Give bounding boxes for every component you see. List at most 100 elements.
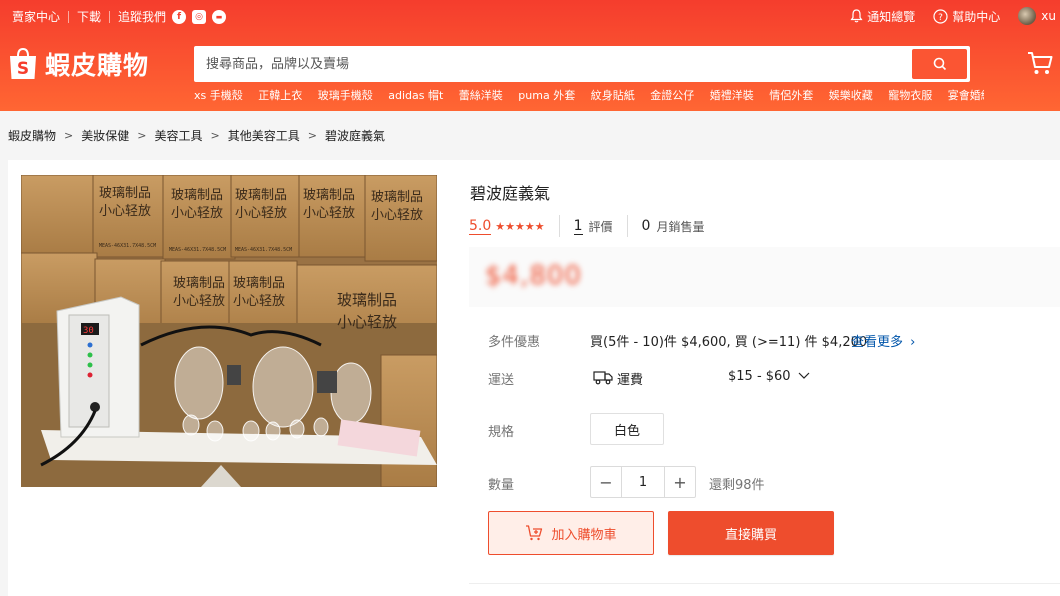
svg-text:玻璃制品: 玻璃制品 <box>171 188 223 203</box>
quantity-increase-button[interactable]: + <box>665 467 695 497</box>
product-title: 碧波庭義氣 <box>470 184 551 203</box>
hot-keyword[interactable]: 紋身貼紙 <box>591 89 635 102</box>
variant-option[interactable]: 白色 <box>590 413 664 445</box>
stock-remaining: 還剩98件 <box>709 478 765 493</box>
svg-text:玻璃制品: 玻璃制品 <box>99 186 151 201</box>
quantity-input[interactable]: 1 <box>621 467 665 497</box>
hot-keyword[interactable]: puma 外套 <box>518 89 575 102</box>
add-to-cart-icon <box>526 525 543 541</box>
hot-keyword[interactable]: adidas 帽t <box>388 89 443 102</box>
seller-center-link[interactable]: 賣家中心 <box>12 8 60 25</box>
product-price: $4,800 <box>485 261 582 291</box>
hot-keyword[interactable]: 玻璃手機殼 <box>318 89 373 102</box>
see-more-label: 查看更多 <box>851 335 904 350</box>
variant-label: 規格 <box>488 425 515 440</box>
download-link[interactable]: 下載 <box>77 8 101 25</box>
shopee-logo[interactable]: S 蝦皮購物 <box>8 46 149 82</box>
add-to-cart-button[interactable]: 加入購物車 <box>488 511 654 555</box>
svg-text:玻璃制品: 玻璃制品 <box>235 188 287 203</box>
sold-label: 月銷售量 <box>656 219 705 234</box>
hot-keyword[interactable]: 正韓上衣 <box>258 89 302 102</box>
rating-stars: ★★★★★ <box>495 219 545 233</box>
buy-now-button[interactable]: 直接購買 <box>668 511 834 555</box>
follow-us-label: 追蹤我們 <box>118 10 167 24</box>
shipping-fee-dropdown[interactable]: $15 - $60 <box>728 369 810 384</box>
chevron-right-icon: > <box>137 129 147 142</box>
user-menu[interactable]: xu <box>1018 7 1056 25</box>
quantity-label: 數量 <box>488 478 515 493</box>
hot-keyword[interactable]: 宴會婚紗 <box>948 89 984 102</box>
chevron-right-icon: > <box>64 129 74 142</box>
hot-keyword[interactable]: 情侶外套 <box>769 89 813 102</box>
hot-keyword[interactable]: xs 手機殼 <box>194 89 243 102</box>
bell-icon <box>850 9 863 23</box>
notifications-link[interactable]: 通知總覽 <box>850 8 915 25</box>
shipping-fee-label: 運費 <box>617 373 644 388</box>
breadcrumb-item[interactable]: 美容工具 <box>154 127 202 144</box>
svg-text:玻璃制品: 玻璃制品 <box>173 276 225 291</box>
chevron-down-icon <box>798 372 810 379</box>
see-more-link[interactable]: 查看更多 › <box>851 331 915 350</box>
truck-icon <box>593 371 613 385</box>
chevron-right-icon: > <box>210 129 220 142</box>
svg-text:小心轻放: 小心轻放 <box>99 204 151 219</box>
hot-keyword[interactable]: 金證公仔 <box>650 89 694 102</box>
top-bar: 賣家中心 下載 追蹤我們 f ◎ ▬ 通知總覽 ? 幫助中心 xu <box>0 0 1060 30</box>
site-header: 賣家中心 下載 追蹤我們 f ◎ ▬ 通知總覽 ? 幫助中心 xu S 蝦皮購物… <box>0 0 1060 111</box>
search-icon <box>933 57 946 71</box>
line-icon[interactable]: ▬ <box>212 9 227 24</box>
quantity-decrease-button[interactable]: − <box>591 467 621 497</box>
breadcrumb-item[interactable]: 蝦皮購物 <box>8 127 56 144</box>
hot-keyword[interactable]: 蕾絲洋裝 <box>459 89 503 102</box>
svg-text:玻璃制品: 玻璃制品 <box>303 188 355 203</box>
top-bar-right: 通知總覽 ? 幫助中心 xu <box>850 7 1060 25</box>
review-count[interactable]: 1 <box>573 218 583 235</box>
divider <box>626 215 628 237</box>
instagram-icon[interactable]: ◎ <box>192 9 207 24</box>
chevron-right-icon: › <box>910 335 916 350</box>
breadcrumb-current: 碧波庭義氣 <box>324 129 385 143</box>
hot-keyword[interactable]: 寵物衣服 <box>888 89 932 102</box>
bulk-discount-text: 買(5件 - 10)件 $4,600, 買 (>=11) 件 $4,200 <box>590 335 868 350</box>
hot-keyword[interactable]: 娛樂收藏 <box>829 89 873 102</box>
svg-text:玻璃制品: 玻璃制品 <box>337 291 397 309</box>
svg-text:?: ? <box>938 13 943 23</box>
price-section: $4,800 <box>469 247 1060 307</box>
shipping-fee-value: $15 - $60 <box>728 369 791 384</box>
hot-keywords: xs 手機殼 正韓上衣 玻璃手機殼 adidas 帽t 蕾絲洋裝 puma 外套… <box>194 87 984 103</box>
top-bar-left: 賣家中心 下載 追蹤我們 f ◎ ▬ <box>12 8 227 25</box>
product-image[interactable]: 玻璃制品 小心轻放 玻璃制品 小心轻放 玻璃制品 小心轻放 玻璃制品 小心轻放 … <box>21 175 437 487</box>
svg-text:小心轻放: 小心轻放 <box>303 206 355 221</box>
avatar <box>1018 7 1037 25</box>
notifications-label: 通知總覽 <box>867 9 916 24</box>
username: xu <box>1041 9 1056 23</box>
help-link[interactable]: ? 幫助中心 <box>933 8 1000 25</box>
cart-icon[interactable] <box>1027 50 1053 76</box>
search-button[interactable] <box>912 49 967 79</box>
svg-text:MEAS-46X31.7X48.5CM: MEAS-46X31.7X48.5CM <box>99 243 156 249</box>
rating-summary: 5.0 ★★★★★ 1 評價 0 月銷售量 <box>469 215 705 237</box>
svg-text:小心轻放: 小心轻放 <box>371 208 423 223</box>
divider <box>68 10 70 23</box>
svg-text:MEAS-46X31.7X48.5CM: MEAS-46X31.7X48.5CM <box>235 247 292 253</box>
facebook-icon[interactable]: f <box>172 9 187 24</box>
hot-keyword[interactable]: 婚禮洋裝 <box>710 89 754 102</box>
breadcrumb-item[interactable]: 其他美容工具 <box>228 127 300 144</box>
chevron-right-icon: > <box>307 129 317 142</box>
shopping-bag-icon: S <box>10 47 36 79</box>
svg-text:小心轻放: 小心轻放 <box>171 206 223 221</box>
svg-text:玻璃制品: 玻璃制品 <box>371 190 423 205</box>
bulk-discount-label: 多件優惠 <box>488 335 541 350</box>
divider <box>558 215 560 237</box>
search-bar <box>194 46 970 82</box>
review-label: 評價 <box>588 219 613 234</box>
quantity-stepper: − 1 + <box>590 466 696 498</box>
breadcrumb-item[interactable]: 美妝保健 <box>81 127 129 144</box>
product-photo-illustration: 玻璃制品 小心轻放 玻璃制品 小心轻放 玻璃制品 小心轻放 玻璃制品 小心轻放 … <box>21 175 437 487</box>
product-card: 玻璃制品 小心轻放 玻璃制品 小心轻放 玻璃制品 小心轻放 玻璃制品 小心轻放 … <box>8 160 1060 596</box>
rating-score[interactable]: 5.0 <box>469 218 492 235</box>
svg-text:小心轻放: 小心轻放 <box>235 206 287 221</box>
search-input[interactable] <box>206 53 896 75</box>
divider <box>469 583 1060 584</box>
help-icon: ? <box>933 8 948 24</box>
